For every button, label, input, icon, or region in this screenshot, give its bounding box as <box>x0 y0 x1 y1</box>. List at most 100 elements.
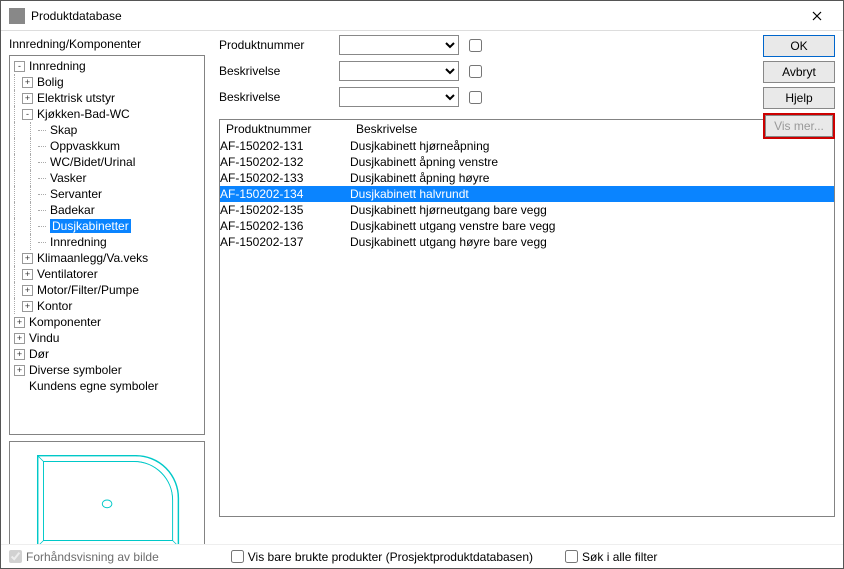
table-row[interactable]: AF-150202-133Dusjkabinett åpning høyre <box>220 170 834 186</box>
tree-label: Innredning <box>50 235 107 249</box>
expand-icon[interactable]: + <box>22 269 33 280</box>
tree-label: Innredning <box>29 59 86 73</box>
tree-label: Diverse symboler <box>29 363 122 377</box>
filter2-select[interactable] <box>339 61 459 81</box>
titlebar: Produktdatabase <box>1 1 843 31</box>
button-column: OK Avbryt Hjelp Vis mer... <box>763 35 835 139</box>
filter3-label: Beskrivelse <box>219 90 329 104</box>
tree-node[interactable]: -Kjøkken-Bad-WC <box>10 106 204 122</box>
tree-node[interactable]: Kundens egne symboler <box>10 378 204 394</box>
tree-node[interactable]: +Klimaanlegg/Va.veks <box>10 250 204 266</box>
cell-beskrivelse: Dusjkabinett utgang høyre bare vegg <box>350 235 547 249</box>
tree-node[interactable]: Dusjkabinetter <box>10 218 204 234</box>
filter3-checkbox[interactable] <box>469 91 482 104</box>
tree-node[interactable]: Badekar <box>10 202 204 218</box>
filter1-checkbox[interactable] <box>469 39 482 52</box>
searchall-checkbox-wrap[interactable]: Søk i alle filter <box>565 550 657 564</box>
grid-header: Produktnummer Beskrivelse <box>220 120 834 138</box>
cell-beskrivelse: Dusjkabinett åpning høyre <box>350 171 489 185</box>
table-row[interactable]: AF-150202-136Dusjkabinett utgang venstre… <box>220 218 834 234</box>
tree-node[interactable]: + Kontor <box>10 298 204 314</box>
tree-caption: Innredning/Komponenter <box>9 35 205 55</box>
expand-icon[interactable]: + <box>22 253 33 264</box>
preview-checkbox-label: Forhåndsvisning av bilde <box>26 550 159 564</box>
show-more-highlight: Vis mer... <box>763 113 835 139</box>
col-produktnummer: Produktnummer <box>226 122 356 136</box>
preview-image <box>30 448 184 554</box>
expand-icon[interactable]: + <box>14 349 25 360</box>
table-row[interactable]: AF-150202-137Dusjkabinett utgang høyre b… <box>220 234 834 250</box>
filter2-checkbox[interactable] <box>469 65 482 78</box>
tree-node[interactable]: Skap <box>10 122 204 138</box>
expand-icon[interactable]: + <box>22 285 33 296</box>
tree-node[interactable]: +Vindu <box>10 330 204 346</box>
filter3-select[interactable] <box>339 87 459 107</box>
expand-icon[interactable]: + <box>22 93 33 104</box>
cell-beskrivelse: Dusjkabinett utgang venstre bare vegg <box>350 219 555 233</box>
usedonly-checkbox-label: Vis bare brukte produkter (Prosjektprodu… <box>248 550 533 564</box>
expand-icon[interactable]: + <box>14 365 25 376</box>
expand-icon[interactable]: + <box>22 77 33 88</box>
cell-produktnummer: AF-150202-135 <box>220 203 350 217</box>
tree-node[interactable]: + Bolig <box>10 74 204 90</box>
tree-node[interactable]: +Elektrisk utstyr <box>10 90 204 106</box>
tree-label: Bolig <box>37 75 64 89</box>
tree-label: Dør <box>29 347 49 361</box>
tree-label: Kundens egne symboler <box>29 379 158 393</box>
cancel-button[interactable]: Avbryt <box>763 61 835 83</box>
tree-node[interactable]: + Komponenter <box>10 314 204 330</box>
searchall-checkbox[interactable] <box>565 550 578 563</box>
tree-label: Dusjkabinetter <box>50 219 131 233</box>
expand-icon[interactable]: + <box>14 333 25 344</box>
tree-node[interactable]: +Ventilatorer <box>10 266 204 282</box>
tree-label: Oppvaskkum <box>50 139 120 153</box>
expand-icon[interactable]: + <box>22 301 33 312</box>
tree-node[interactable]: + Diverse symboler <box>10 362 204 378</box>
preview-checkbox[interactable] <box>9 550 22 563</box>
close-button[interactable] <box>795 2 839 30</box>
product-grid[interactable]: Produktnummer Beskrivelse AF-150202-131D… <box>219 119 835 517</box>
filter1-select[interactable] <box>339 35 459 55</box>
expand-icon[interactable]: + <box>14 317 25 328</box>
filter2-label: Beskrivelse <box>219 64 329 78</box>
expand-icon[interactable] <box>14 381 25 392</box>
tree-node[interactable]: Servanter <box>10 186 204 202</box>
tree-label: Servanter <box>50 187 102 201</box>
searchall-checkbox-label: Søk i alle filter <box>582 550 657 564</box>
tree-node[interactable]: + Dør <box>10 346 204 362</box>
cell-beskrivelse: Dusjkabinett åpning venstre <box>350 155 498 169</box>
cell-produktnummer: AF-150202-137 <box>220 235 350 249</box>
tree-node[interactable]: +Motor/Filter/Pumpe <box>10 282 204 298</box>
table-row[interactable]: AF-150202-134Dusjkabinett halvrundt <box>220 186 834 202</box>
cell-beskrivelse: Dusjkabinett hjørneutgang bare vegg <box>350 203 547 217</box>
tree[interactable]: - Innredning +Bolig+Elektrisk utstyr-Kjø… <box>9 55 205 435</box>
usedonly-checkbox-wrap[interactable]: Vis bare brukte produkter (Prosjektprodu… <box>231 550 533 564</box>
filter-grid: Produktnummer Beskrivelse Beskrivelse <box>219 35 835 107</box>
show-more-button[interactable]: Vis mer... <box>765 115 833 137</box>
expand-icon[interactable]: - <box>14 61 25 72</box>
table-row[interactable]: AF-150202-131Dusjkabinett hjørneåpning <box>220 138 834 154</box>
tree-node[interactable]: Oppvaskkum <box>10 138 204 154</box>
help-button[interactable]: Hjelp <box>763 87 835 109</box>
cell-produktnummer: AF-150202-136 <box>220 219 350 233</box>
cell-produktnummer: AF-150202-133 <box>220 171 350 185</box>
cell-produktnummer: AF-150202-134 <box>220 187 350 201</box>
expand-icon[interactable]: - <box>22 109 33 120</box>
tree-node[interactable]: Vasker <box>10 170 204 186</box>
tree-label: Komponenter <box>29 315 101 329</box>
preview-checkbox-wrap[interactable]: Forhåndsvisning av bilde <box>9 550 159 564</box>
table-row[interactable]: AF-150202-132Dusjkabinett åpning venstre <box>220 154 834 170</box>
table-row[interactable]: AF-150202-135Dusjkabinett hjørneutgang b… <box>220 202 834 218</box>
cell-beskrivelse: Dusjkabinett hjørneåpning <box>350 139 489 153</box>
tree-node[interactable]: WC/Bidet/Urinal <box>10 154 204 170</box>
usedonly-checkbox[interactable] <box>231 550 244 563</box>
app-icon <box>9 8 25 24</box>
tree-label: Kjøkken-Bad-WC <box>37 107 130 121</box>
window-title: Produktdatabase <box>31 9 795 23</box>
tree-node[interactable]: Innredning <box>10 234 204 250</box>
ok-button[interactable]: OK <box>763 35 835 57</box>
tree-label: WC/Bidet/Urinal <box>50 155 135 169</box>
tree-label: Kontor <box>37 299 72 313</box>
tree-node-root[interactable]: - Innredning <box>10 58 204 74</box>
col-beskrivelse: Beskrivelse <box>356 122 417 136</box>
